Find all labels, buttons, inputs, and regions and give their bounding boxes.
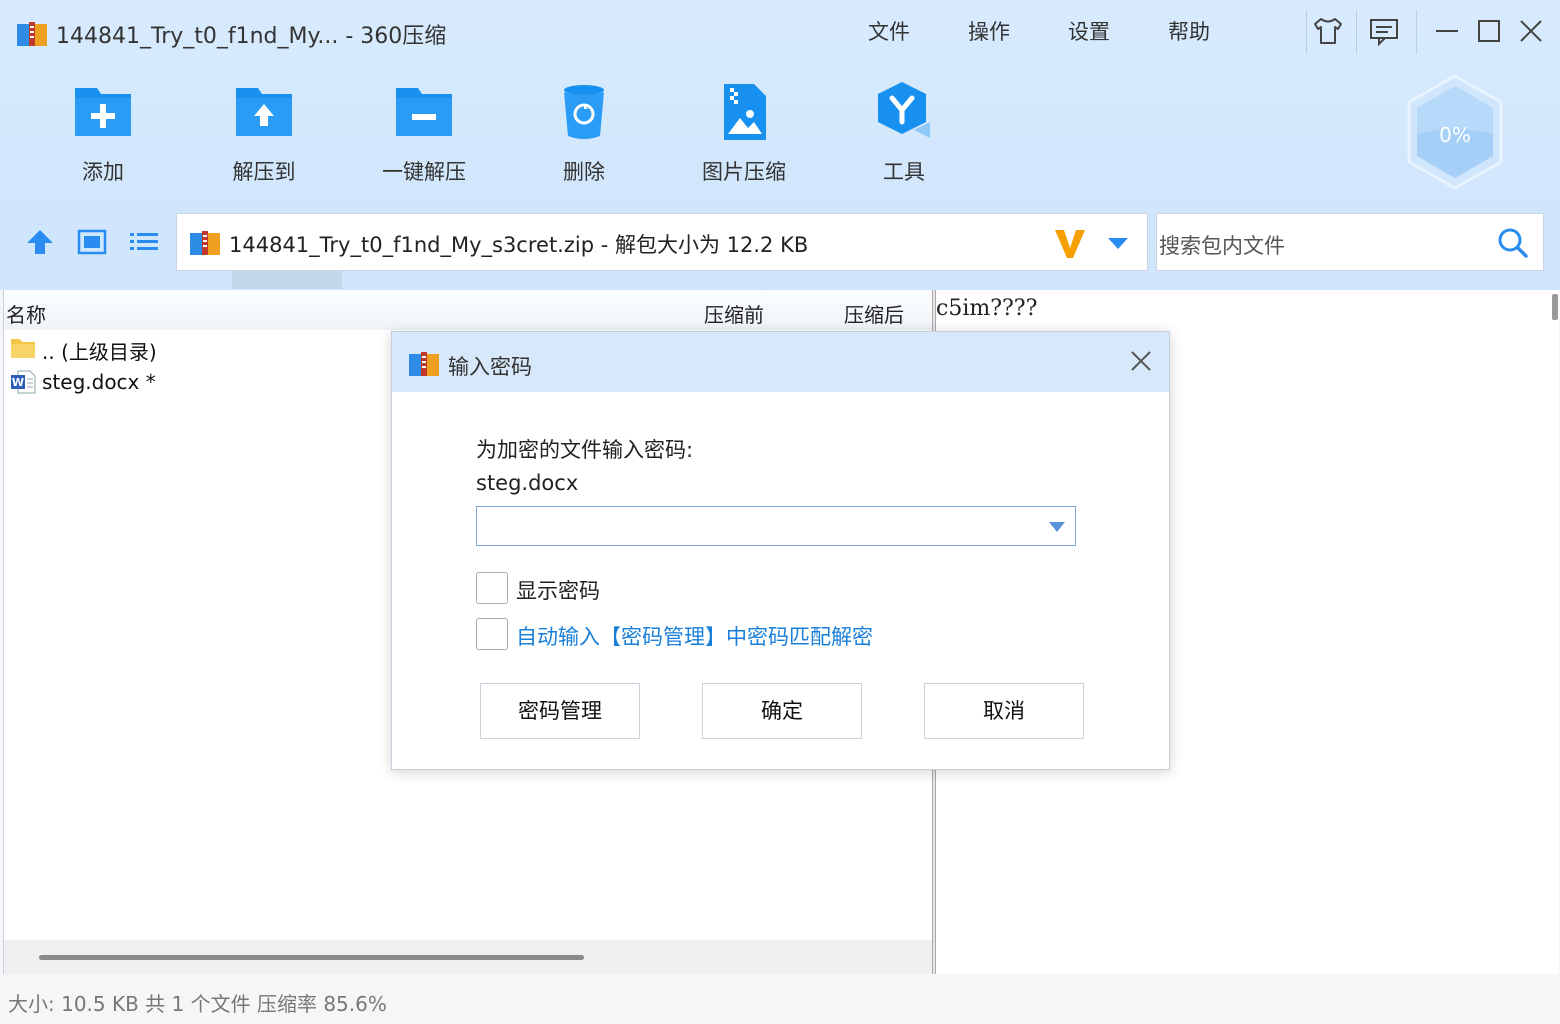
delete-icon: [564, 85, 604, 139]
toolbar-add-label: 添加: [82, 160, 124, 184]
show-password-label[interactable]: 显示密码: [516, 575, 600, 605]
extract-to-icon: [236, 88, 292, 136]
thumbnail-view-icon[interactable]: [76, 226, 108, 258]
toolbar-image-compress-button[interactable]: 图片压缩: [679, 80, 809, 190]
folder-icon: [11, 339, 35, 358]
cancel-button[interactable]: 取消: [924, 683, 1084, 739]
menu-help[interactable]: 帮助: [1168, 16, 1210, 46]
separator: [1356, 10, 1357, 54]
close-icon[interactable]: [1128, 348, 1154, 374]
horizontal-scrollbar[interactable]: [4, 940, 933, 974]
top-area: 144841_Try_t0_f1nd_My... - 360压缩 文件 操作 设…: [0, 0, 1560, 290]
encrypted-filename: steg.docx: [476, 471, 579, 495]
file-list-header: 名称 压缩前 压缩后: [4, 290, 933, 330]
toolbar-image-compress-label: 图片压缩: [702, 160, 786, 184]
skin-shirt-icon[interactable]: [1311, 14, 1345, 48]
search-placeholder: 搜索包内文件: [1159, 234, 1285, 258]
toolbar-extract-to-label: 解压到: [232, 160, 296, 184]
file-row-label: .. (上级目录): [42, 340, 157, 364]
menu-file[interactable]: 文件: [868, 16, 910, 46]
auto-fill-password-checkbox[interactable]: [476, 618, 508, 650]
maximize-icon[interactable]: [1472, 14, 1506, 48]
active-tab-indicator: [232, 271, 342, 289]
password-input[interactable]: [481, 511, 1031, 541]
title-bar: 144841_Try_t0_f1nd_My... - 360压缩 文件 操作 设…: [0, 0, 1560, 62]
close-icon[interactable]: [1514, 14, 1548, 48]
minimize-icon[interactable]: [1430, 14, 1464, 48]
search-box[interactable]: 搜索包内文件: [1156, 213, 1544, 271]
separator: [1306, 10, 1307, 54]
dialog-title: 输入密码: [448, 355, 532, 379]
list-view-icon[interactable]: [128, 226, 160, 258]
archive-app-icon: [409, 352, 439, 376]
password-manager-button[interactable]: 密码管理: [480, 683, 640, 739]
feedback-message-icon[interactable]: [1367, 14, 1401, 48]
chevron-down-icon[interactable]: [1047, 521, 1067, 533]
window-title: 144841_Try_t0_f1nd_My... - 360压缩: [56, 24, 447, 49]
show-password-checkbox[interactable]: [476, 572, 508, 604]
archive-path: 144841_Try_t0_f1nd_My_s3cret.zip - 解包大小为…: [229, 233, 809, 257]
v-verified-icon[interactable]: [1053, 226, 1087, 260]
preview-scrollbar-thumb[interactable]: [1552, 294, 1558, 320]
toolbar-add-button[interactable]: 添加: [38, 80, 168, 190]
toolbar-delete-button[interactable]: 删除: [519, 80, 649, 190]
address-bar[interactable]: 144841_Try_t0_f1nd_My_s3cret.zip - 解包大小为…: [176, 213, 1148, 271]
column-compressed-size[interactable]: 压缩后: [844, 299, 904, 328]
toolbar-tools-button[interactable]: 工具: [839, 80, 969, 190]
password-dialog: 输入密码 为加密的文件输入密码: steg.docx 显示密码 自动输入【密码管…: [391, 331, 1170, 770]
scrollbar-thumb[interactable]: [39, 955, 584, 960]
password-combobox[interactable]: [476, 506, 1076, 546]
menu-settings[interactable]: 设置: [1068, 16, 1110, 46]
toolbar-extract-to-button[interactable]: 解压到: [199, 80, 329, 190]
archive-app-icon: [17, 22, 47, 46]
column-name[interactable]: 名称: [6, 299, 46, 328]
toolbar-tools-label: 工具: [883, 160, 925, 184]
add-folder-icon: [75, 88, 131, 136]
ok-button[interactable]: 确定: [702, 683, 862, 739]
toolbar-one-click-extract-button[interactable]: 一键解压: [359, 80, 489, 190]
chevron-down-icon[interactable]: [1107, 236, 1129, 250]
one-click-extract-icon: [396, 88, 452, 136]
column-original-size[interactable]: 压缩前: [704, 299, 764, 328]
toolbar-delete-label: 删除: [563, 160, 605, 184]
tools-icon: [878, 82, 930, 138]
file-row-label: steg.docx *: [42, 370, 156, 394]
progress-percent: 0%: [1439, 123, 1471, 147]
search-icon[interactable]: [1497, 227, 1529, 259]
word-doc-icon: W: [11, 370, 36, 394]
svg-text:W: W: [12, 376, 24, 389]
image-compress-icon: [724, 84, 766, 140]
progress-hexagon-badge: 0%: [1407, 74, 1503, 190]
password-prompt: 为加密的文件输入密码:: [476, 438, 694, 462]
auto-fill-password-link[interactable]: 自动输入【密码管理】中密码匹配解密: [516, 621, 873, 651]
preview-text: c5im????: [936, 296, 1038, 321]
dialog-title-bar: 输入密码: [392, 332, 1169, 392]
separator: [1416, 10, 1417, 54]
status-bar: 大小: 10.5 KB 共 1 个文件 压缩率 85.6%: [0, 976, 1560, 1024]
menu-operation[interactable]: 操作: [968, 16, 1010, 46]
toolbar-one-click-extract-label: 一键解压: [382, 160, 466, 184]
up-directory-icon[interactable]: [24, 226, 56, 258]
zip-file-icon: [190, 231, 220, 255]
status-text: 大小: 10.5 KB 共 1 个文件 压缩率 85.6%: [8, 992, 387, 1016]
